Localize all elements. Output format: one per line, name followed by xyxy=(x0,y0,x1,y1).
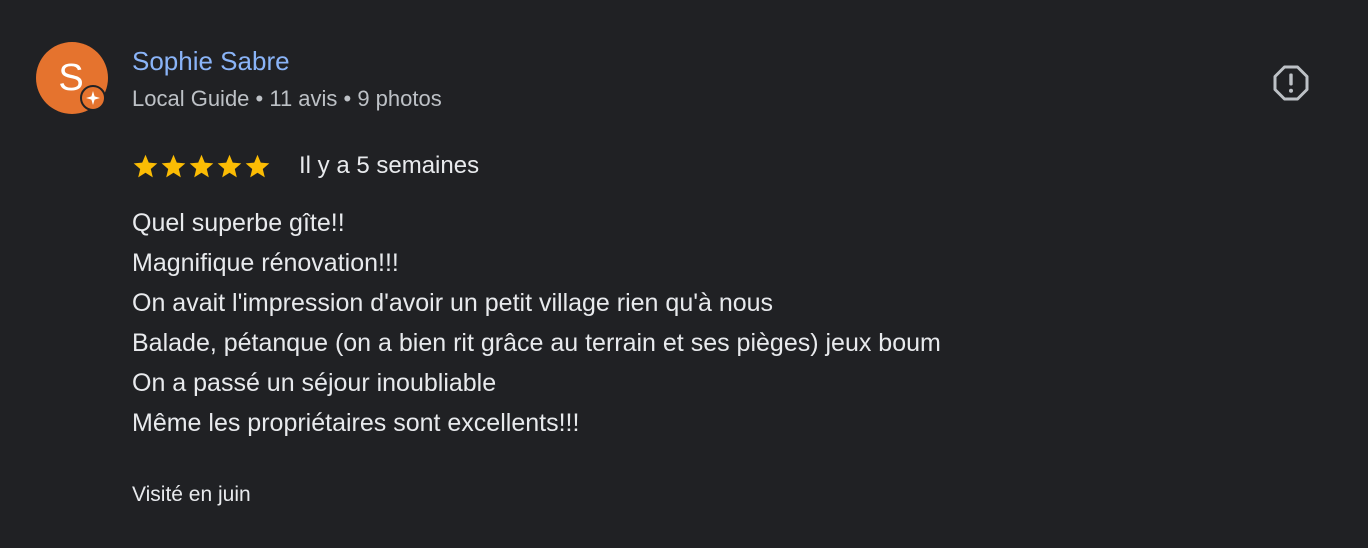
review-text-line: Même les propriétaires sont excellents!!… xyxy=(132,409,580,437)
star-icon xyxy=(245,154,270,177)
author-name[interactable]: Sophie Sabre xyxy=(132,46,290,77)
review-date: Il y a 5 semaines xyxy=(299,152,480,179)
local-guide-badge xyxy=(80,85,106,111)
review-text-line: Magnifique rénovation!!! xyxy=(132,249,399,277)
star-rating xyxy=(132,153,272,180)
rating-row: Il y a 5 semaines xyxy=(132,148,479,184)
review-text-line: On avait l'impression d'avoir un petit v… xyxy=(132,289,774,317)
star-icon xyxy=(161,154,186,177)
review-text-line: On a passé un séjour inoubliable xyxy=(132,369,497,397)
star-icon xyxy=(217,154,242,177)
review-text-line: Quel superbe gîte!! xyxy=(132,209,345,237)
report-button[interactable] xyxy=(1268,60,1314,106)
star-icon xyxy=(189,154,214,177)
visit-info: Visité en juin xyxy=(132,483,251,506)
review-card: S Sophie Sabre Local Guide • 11 avis • 9… xyxy=(0,0,1368,548)
star-icon xyxy=(133,154,158,177)
author-meta: Local Guide • 11 avis • 9 photos xyxy=(132,86,442,111)
local-guide-sparkle-icon xyxy=(86,91,100,105)
review-text-line: Balade, pétanque (on a bien rit grâce au… xyxy=(132,329,941,357)
report-icon xyxy=(1273,65,1309,101)
review-text: Quel superbe gîte!! Magnifique rénovation… xyxy=(132,203,941,443)
